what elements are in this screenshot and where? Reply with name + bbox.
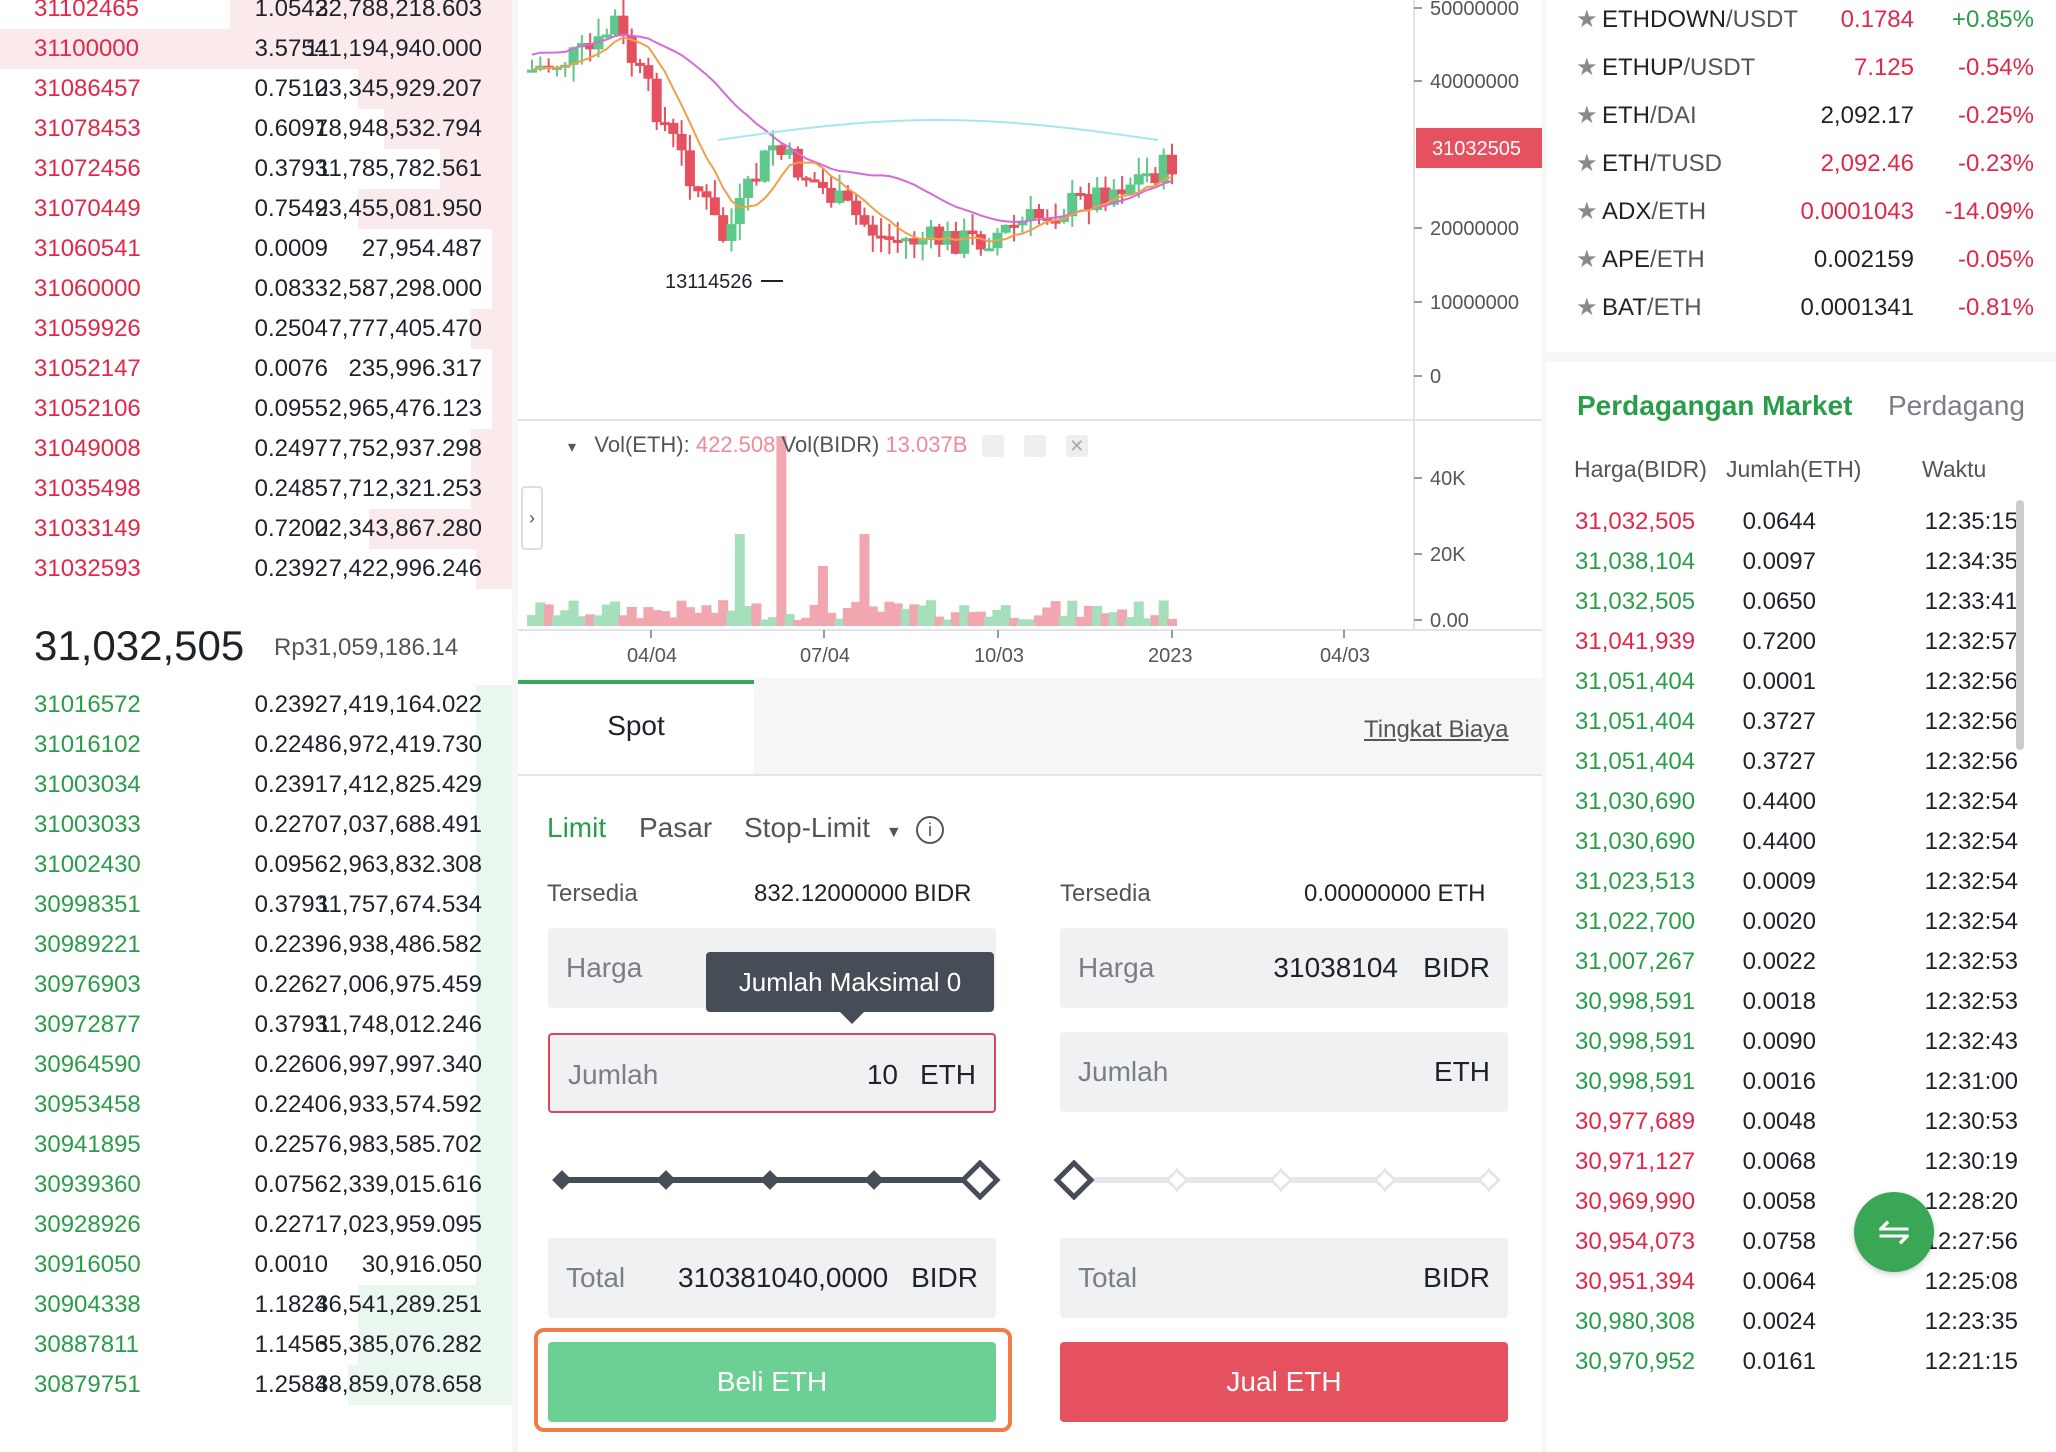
trade-price: 30,980,308	[1575, 1308, 1696, 1335]
trade-price: 30,998,591	[1575, 1068, 1696, 1095]
trade-amount: 0.0024	[1742, 1308, 1816, 1335]
trade-row: 30,980,308 0.0024 12:23:35	[1546, 1302, 2026, 1342]
trade-time: 12:32:43	[1924, 1028, 2018, 1055]
trade-price: 31,038,104	[1575, 548, 1696, 575]
trade-row: 30,998,591 0.0090 12:32:43	[1546, 1022, 2026, 1062]
trade-amount: 0.7200	[1742, 628, 1816, 655]
trade-price: 30,998,591	[1575, 988, 1696, 1015]
trade-row: 31,041,939 0.7200 12:32:57	[1546, 622, 2026, 662]
trade-time: 12:32:56	[1924, 708, 2018, 735]
trade-row: 31,030,690 0.4400 12:32:54	[1546, 822, 2026, 862]
trade-price: 30,951,394	[1575, 1268, 1696, 1295]
trade-amount: 0.0058	[1742, 1188, 1816, 1215]
trade-time: 12:27:56	[1924, 1228, 2018, 1255]
trade-time: 12:30:19	[1924, 1148, 2018, 1175]
trade-time: 12:32:57	[1924, 628, 2018, 655]
trade-amount: 0.0018	[1742, 988, 1816, 1015]
trade-time: 12:32:56	[1924, 748, 2018, 775]
trade-price: 30,977,689	[1575, 1108, 1696, 1135]
trade-price: 30,954,073	[1575, 1228, 1696, 1255]
swap-arrows-icon: ⇋	[1877, 1210, 1911, 1254]
trade-row: 31,051,404 0.0001 12:32:56	[1546, 662, 2026, 702]
trade-amount: 0.0097	[1742, 548, 1816, 575]
trade-time: 12:21:15	[1924, 1348, 2018, 1375]
trade-price: 30,998,591	[1575, 1028, 1696, 1055]
trade-price: 30,971,127	[1575, 1148, 1696, 1175]
trade-row: 30,954,073 0.0758 12:27:56	[1546, 1222, 2026, 1262]
trade-row: 31,051,404 0.3727 12:32:56	[1546, 702, 2026, 742]
trade-amount: 0.3727	[1742, 708, 1816, 735]
trade-row: 30,998,591 0.0018 12:32:53	[1546, 982, 2026, 1022]
trade-amount: 0.4400	[1742, 828, 1816, 855]
trade-row: 31,023,513 0.0009 12:32:54	[1546, 862, 2026, 902]
trade-price: 31,041,939	[1575, 628, 1696, 655]
trade-amount: 0.0064	[1742, 1268, 1816, 1295]
trade-time: 12:35:15	[1924, 508, 2018, 535]
trade-amount: 0.3727	[1742, 748, 1816, 775]
trade-row: 30,971,127 0.0068 12:30:19	[1546, 1142, 2026, 1182]
trade-amount: 0.0016	[1742, 1068, 1816, 1095]
trade-row: 30,969,990 0.0058 12:28:20	[1546, 1182, 2026, 1222]
trade-time: 12:32:53	[1924, 948, 2018, 975]
trade-row: 31,030,690 0.4400 12:32:54	[1546, 782, 2026, 822]
trade-amount: 0.0644	[1742, 508, 1816, 535]
trade-amount: 0.0090	[1742, 1028, 1816, 1055]
trade-amount: 0.0022	[1742, 948, 1816, 975]
trade-amount: 0.0009	[1742, 868, 1816, 895]
trade-price: 31,007,267	[1575, 948, 1696, 975]
trade-time: 12:30:53	[1924, 1108, 2018, 1135]
trade-price: 31,030,690	[1575, 788, 1696, 815]
trade-time: 12:23:35	[1924, 1308, 2018, 1335]
trade-amount: 0.4400	[1742, 788, 1816, 815]
trade-row: 31,032,505 0.0644 12:35:15	[1546, 502, 2026, 542]
trade-price: 31,051,404	[1575, 708, 1696, 735]
trade-amount: 0.0020	[1742, 908, 1816, 935]
trade-time: 12:33:41	[1924, 588, 2018, 615]
trade-row: 31,022,700 0.0020 12:32:54	[1546, 902, 2026, 942]
trade-time: 12:32:54	[1924, 828, 2018, 855]
trade-price: 31,022,700	[1575, 908, 1696, 935]
trade-price: 31,023,513	[1575, 868, 1696, 895]
trade-amount: 0.0161	[1742, 1348, 1816, 1375]
trade-row: 30,970,952 0.0161 12:21:15	[1546, 1342, 2026, 1382]
trade-amount: 0.0048	[1742, 1108, 1816, 1135]
trade-row: 31,051,404 0.3727 12:32:56	[1546, 742, 2026, 782]
trade-price: 31,051,404	[1575, 668, 1696, 695]
trade-time: 12:32:54	[1924, 908, 2018, 935]
market-trades-list: 31,032,505 0.0644 12:35:15 31,038,104 0.0097…	[0, 0, 2056, 1394]
trade-amount: 0.0001	[1742, 668, 1816, 695]
trade-price: 31,032,505	[1575, 588, 1696, 615]
trade-amount: 0.0650	[1742, 588, 1816, 615]
trades-scrollbar[interactable]	[2016, 500, 2024, 750]
trade-row: 31,007,267 0.0022 12:32:53	[1546, 942, 2026, 982]
trade-time: 12:32:56	[1924, 668, 2018, 695]
trade-row: 30,951,394 0.0064 12:25:08	[1546, 1262, 2026, 1302]
trade-price: 30,969,990	[1575, 1188, 1696, 1215]
trade-price: 31,032,505	[1575, 508, 1696, 535]
trade-time: 12:32:54	[1924, 868, 2018, 895]
trade-row: 30,998,591 0.0016 12:31:00	[1546, 1062, 2026, 1102]
trade-time: 12:32:53	[1924, 988, 2018, 1015]
trade-time: 12:32:54	[1924, 788, 2018, 815]
trade-price: 31,051,404	[1575, 748, 1696, 775]
trade-row: 30,977,689 0.0048 12:30:53	[1546, 1102, 2026, 1142]
trade-row: 31,038,104 0.0097 12:34:35	[1546, 542, 2026, 582]
trade-amount: 0.0758	[1742, 1228, 1816, 1255]
trade-time: 12:34:35	[1924, 548, 2018, 575]
trade-price: 31,030,690	[1575, 828, 1696, 855]
swap-button[interactable]: ⇋	[1854, 1192, 1934, 1272]
trade-row: 31,032,505 0.0650 12:33:41	[1546, 582, 2026, 622]
trade-time: 12:28:20	[1924, 1188, 2018, 1215]
trade-price: 30,970,952	[1575, 1348, 1696, 1375]
trade-amount: 0.0068	[1742, 1148, 1816, 1175]
trade-time: 12:31:00	[1924, 1068, 2018, 1095]
trade-time: 12:25:08	[1924, 1268, 2018, 1295]
